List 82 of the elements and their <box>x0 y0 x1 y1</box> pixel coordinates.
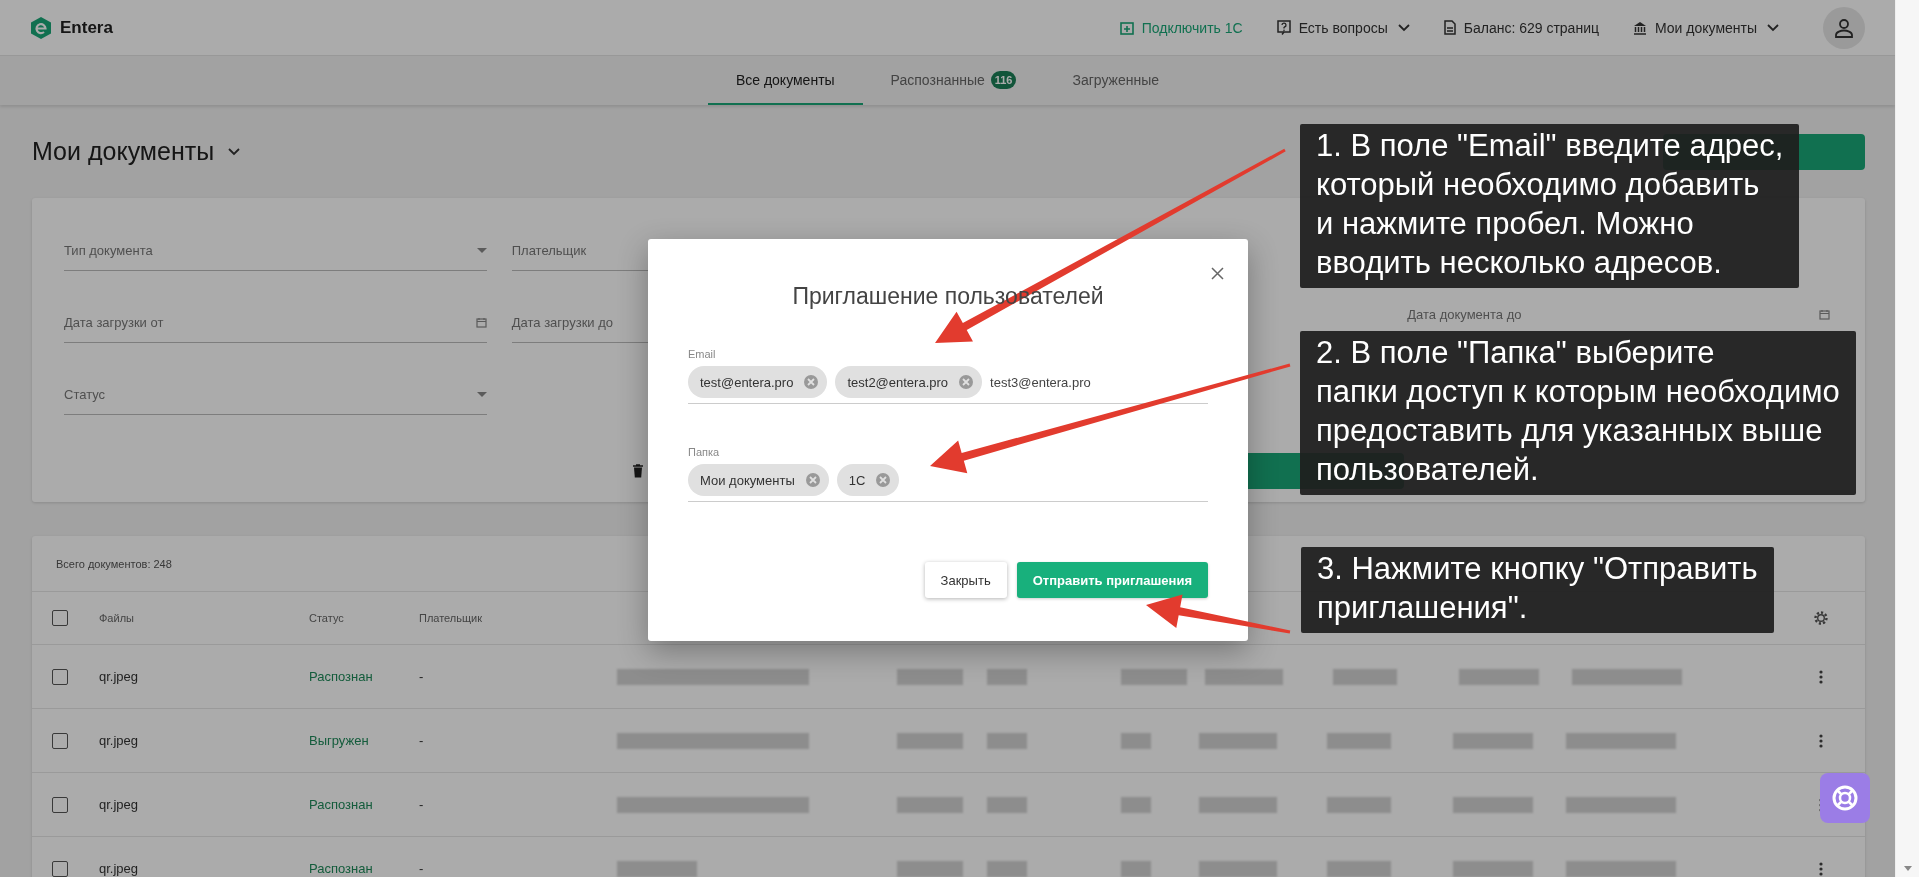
blurred-cell <box>1121 796 1151 813</box>
avatar[interactable] <box>1823 6 1865 49</box>
tab[interactable]: Загруженные <box>1044 56 1188 105</box>
more-icon[interactable] <box>1819 861 1823 876</box>
status-text: Распознан <box>309 797 374 812</box>
status-text: Распознан <box>309 669 374 684</box>
file-name[interactable]: qr.jpeg <box>99 669 309 684</box>
bank-icon <box>1633 20 1647 35</box>
blurred-cell <box>1121 668 1187 685</box>
row-checkbox[interactable] <box>52 796 68 813</box>
chip[interactable]: 1С <box>836 464 900 496</box>
column-header[interactable]: Статус <box>309 612 419 624</box>
lifebuoy-icon <box>1831 784 1859 812</box>
header-menu-button[interactable]: Мои документы <box>1633 19 1779 36</box>
file-name[interactable]: qr.jpeg <box>99 861 309 876</box>
calendar-icon <box>475 316 487 328</box>
column-header[interactable]: Плательщик <box>419 612 617 624</box>
file-name[interactable]: qr.jpeg <box>99 733 309 748</box>
logo-icon <box>30 15 52 40</box>
status-text: Выгружен <box>309 733 370 748</box>
blurred-cell <box>897 668 963 685</box>
blurred-cell <box>1121 860 1151 877</box>
blurred-cell <box>897 796 963 813</box>
blurred-cell <box>1327 732 1391 749</box>
blurred-cell <box>987 668 1027 685</box>
blurred-cell <box>987 796 1027 813</box>
trash-icon[interactable] <box>632 464 644 478</box>
checkbox[interactable] <box>52 610 68 626</box>
blurred-cell <box>1121 732 1151 749</box>
blurred-cell <box>1327 796 1391 813</box>
user-icon <box>1834 17 1854 38</box>
blurred-cell <box>1333 668 1397 685</box>
chip[interactable]: test@entera.pro <box>688 366 828 398</box>
date-field[interactable]: Дата документа до <box>1407 301 1830 327</box>
close-button[interactable]: Закрыть <box>924 562 1007 598</box>
payer-cell-text: - <box>419 733 425 748</box>
more-icon[interactable] <box>1819 733 1823 748</box>
header-menu-button[interactable]: Баланс: 629 страниц <box>1443 19 1599 36</box>
tab[interactable]: Распознанные 116 <box>862 56 1045 105</box>
support-button[interactable] <box>1820 773 1870 823</box>
count-badge: 116 <box>990 70 1017 89</box>
dropdown-icon <box>476 391 487 397</box>
payer-cell-text: - <box>419 861 425 876</box>
document-icon <box>1443 20 1456 35</box>
scroll-down-icon[interactable] <box>1903 866 1912 871</box>
scrollbar[interactable] <box>1895 0 1919 877</box>
chip[interactable]: Мои документы <box>688 464 829 496</box>
plus-box-icon <box>1119 20 1134 35</box>
select-field[interactable]: Статус <box>64 374 487 415</box>
dropdown-icon <box>476 247 487 253</box>
help-icon <box>1276 20 1291 35</box>
more-icon[interactable] <box>1819 669 1823 684</box>
row-checkbox[interactable] <box>52 732 68 749</box>
calendar-icon <box>1819 308 1830 320</box>
header-menu-button[interactable]: Есть вопросы <box>1276 19 1410 36</box>
payer-cell-text: - <box>419 797 425 812</box>
blurred-cell <box>897 860 963 877</box>
row-checkbox[interactable] <box>52 668 68 685</box>
select-field[interactable]: Тип документа <box>64 230 487 271</box>
blurred-cell <box>987 860 1027 877</box>
blurred-cell <box>897 732 963 749</box>
blurred-cell <box>987 732 1027 749</box>
column-header[interactable]: Файлы <box>99 612 309 624</box>
instruction-tooltip: 2. В поле "Папка" выберите папки доступ к которым необходимо предоставить для указанных выше пользователей. <box>1300 331 1856 495</box>
settings-icon[interactable] <box>1813 610 1829 626</box>
instruction-tooltip: 1. В поле "Email" введите адрес, который необходимо добавить и нажмите пробел. Можно вводить несколько адресов. <box>1300 124 1800 288</box>
file-name[interactable]: qr.jpeg <box>99 797 309 812</box>
blurred-cell <box>1327 860 1391 877</box>
chip[interactable]: test2@entera.pro <box>835 366 983 398</box>
tab[interactable]: Все документы <box>707 56 863 105</box>
chevron-icon <box>228 147 241 156</box>
status-text: Распознан <box>309 861 374 876</box>
field-label: Email <box>688 348 717 360</box>
date-field[interactable]: Дата загрузки от <box>64 302 487 343</box>
document-count: Всего документов: 248 <box>56 557 172 570</box>
logo-text: Entera <box>60 17 113 38</box>
field-label: Папка <box>688 446 721 458</box>
page-title[interactable]: Мои документы <box>32 137 215 166</box>
instruction-tooltip: 3. Нажмите кнопку "Отправить приглашения". <box>1301 547 1774 633</box>
payer-cell-text: - <box>419 669 425 684</box>
row-checkbox[interactable] <box>52 860 68 877</box>
email-field[interactable]: Email test@entera.pro test2@entera.pro test3@entera.pro <box>688 348 1208 404</box>
